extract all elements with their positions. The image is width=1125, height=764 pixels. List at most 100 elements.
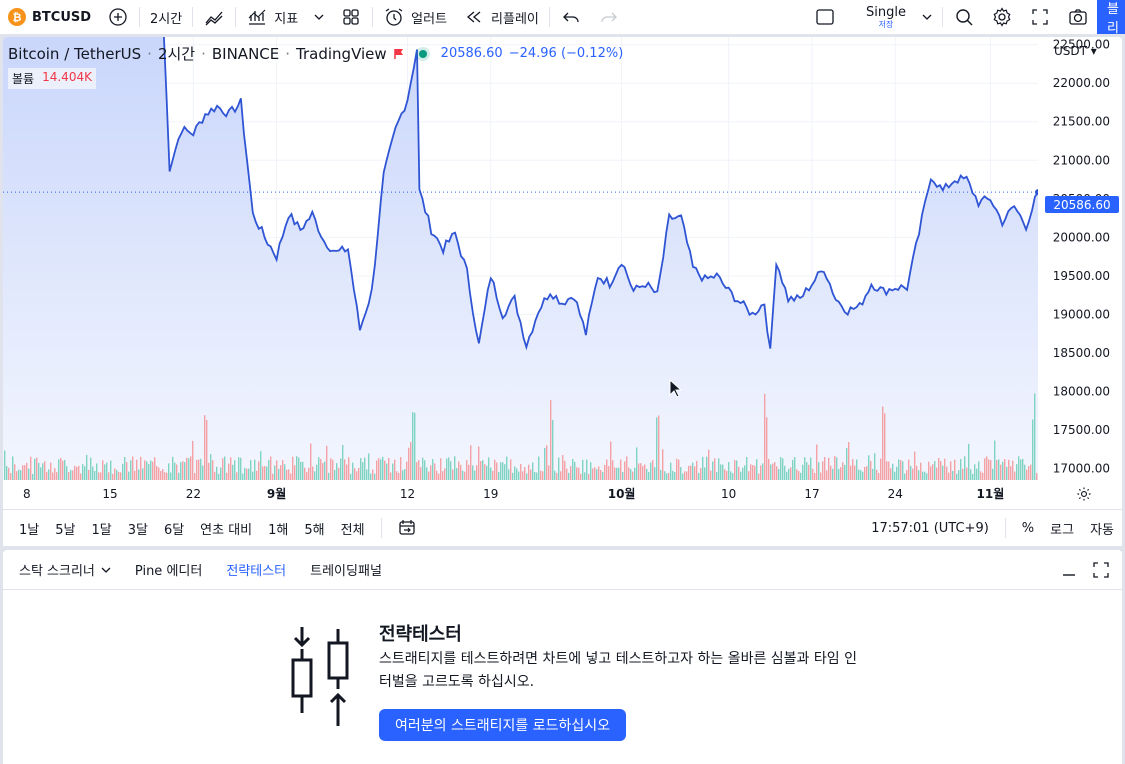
range-5y-button[interactable]: 5해 [296,510,332,547]
volume-bar [48,469,50,480]
replay-button[interactable]: 리플레이 [455,0,547,34]
flag-icon[interactable] [393,48,405,60]
scale-settings-gear-icon[interactable] [1075,485,1093,503]
price-chart[interactable]: 22500.0022000.0021500.0021000.0020500.00… [3,37,1122,509]
volume-bar [968,443,970,480]
symbol-search-button[interactable]: ₿ BTCUSD [0,0,99,34]
range-1y-button[interactable]: 1해 [260,510,296,547]
volume-bar [874,453,876,480]
volume-bar [540,470,542,480]
volume-bar [418,460,420,480]
currency-selector[interactable]: USDT ▾ [1054,44,1097,58]
chart-type-button[interactable] [195,0,233,34]
top-toolbar: ₿ BTCUSD 2시간 지표 얼러트 리플레이 Single 저장 블리 [0,0,1125,34]
indicators-button[interactable]: 지표 [238,0,306,34]
volume-bar [842,462,844,480]
volume-bar [42,463,44,480]
volume-bar [530,469,532,480]
volume-bar [990,460,992,480]
maximize-icon[interactable] [1092,561,1110,579]
indicators-dropdown-button[interactable] [306,0,332,34]
volume-bar [272,473,274,480]
volume-bar [366,469,368,480]
volume-bar [488,457,490,480]
range-5d-button[interactable]: 5날 [47,510,83,547]
volume-bar [40,467,42,480]
legend-pair: Bitcoin / TetherUS [8,44,142,63]
alert-button[interactable]: 얼러트 [375,0,455,34]
volume-bar [896,466,898,480]
volume-bar [474,470,476,480]
volume-bar [172,456,174,480]
range-1d-button[interactable]: 1날 [11,510,47,547]
volume-bar [402,470,404,480]
range-6m-button[interactable]: 6달 [156,510,192,547]
minimize-icon[interactable] [1060,561,1078,579]
tab-pine-editor[interactable]: Pine 에디터 [127,550,210,590]
volume-bar [90,457,92,480]
settings-button[interactable] [983,0,1021,34]
volume-bar [602,471,604,480]
publish-button[interactable]: 퍼블리시 [1097,0,1125,34]
volume-bar [384,460,386,480]
volume-bar [720,464,722,480]
tab-trading-panel[interactable]: 트레이딩패널 [302,550,390,590]
volume-bar [254,459,256,480]
volume-bar [138,469,140,480]
volume-bar [368,453,370,480]
percent-scale-toggle[interactable]: % [1014,510,1042,547]
goto-date-button[interactable] [390,510,424,547]
volume-bar [798,471,800,480]
range-1m-button[interactable]: 1달 [83,510,119,547]
snapshot-button[interactable] [1059,0,1097,34]
volume-bar [972,473,974,480]
volume-bar [336,463,338,480]
bottom-panel: 스탁 스크리너 Pine 에디터 전략테스터 트레이딩패널 전략테스터 스트래티… [3,550,1122,764]
volume-bar [114,468,116,480]
volume-bar [478,446,480,480]
range-ytd-button[interactable]: 연초 대비 [192,510,260,547]
compare-symbol-button[interactable] [99,0,137,34]
volume-bar [142,468,144,480]
volume-bar [716,471,718,480]
volume-bar [970,469,972,480]
volume-bar [354,468,356,480]
tab-stock-screener[interactable]: 스탁 스크리너 [11,550,119,590]
volume-bar [658,415,660,480]
search-button[interactable] [945,0,983,34]
volume-bar [550,400,552,480]
volume-bar [576,467,578,480]
volume-bar [56,472,58,480]
tab-strategy-tester[interactable]: 전략테스터 [218,550,294,590]
interval-button[interactable]: 2시간 [142,0,190,34]
volume-bar [1014,471,1016,480]
redo-button[interactable] [590,0,628,34]
volume-bar [814,472,816,480]
volume-bar [312,466,314,480]
fullscreen-button[interactable] [1021,0,1059,34]
volume-bar [20,470,22,480]
volume-bar [112,473,114,480]
volume-bar [476,465,478,480]
volume-bar [784,465,786,480]
volume-bar [98,472,100,480]
volume-bar [688,465,690,480]
price-scale-tick-label: 19000.00 [1053,307,1110,321]
range-all-button[interactable]: 전체 [333,510,373,547]
volume-bar [170,472,172,480]
undo-button[interactable] [552,0,590,34]
log-scale-toggle[interactable]: 로그 [1042,510,1082,547]
range-3m-button[interactable]: 3달 [120,510,156,547]
volume-bar [318,457,320,480]
time-scale-tick-label: 10 [721,487,736,501]
volume-bar [262,466,264,480]
load-strategy-button[interactable]: 여러분의 스트래티지를 로드하십시오 [379,709,626,741]
templates-button[interactable] [332,0,370,34]
chart-panel[interactable]: 22500.0022000.0021500.0021000.0020500.00… [3,37,1122,509]
layout-save-label: 저장 [878,19,894,29]
volume-bar [382,456,384,480]
auto-scale-toggle[interactable]: 자동 [1082,510,1122,547]
timezone-button[interactable]: 17:57:01 (UTC+9) [863,510,997,547]
volume-bar [924,471,926,480]
layout-button[interactable]: Single 저장 [806,0,940,34]
